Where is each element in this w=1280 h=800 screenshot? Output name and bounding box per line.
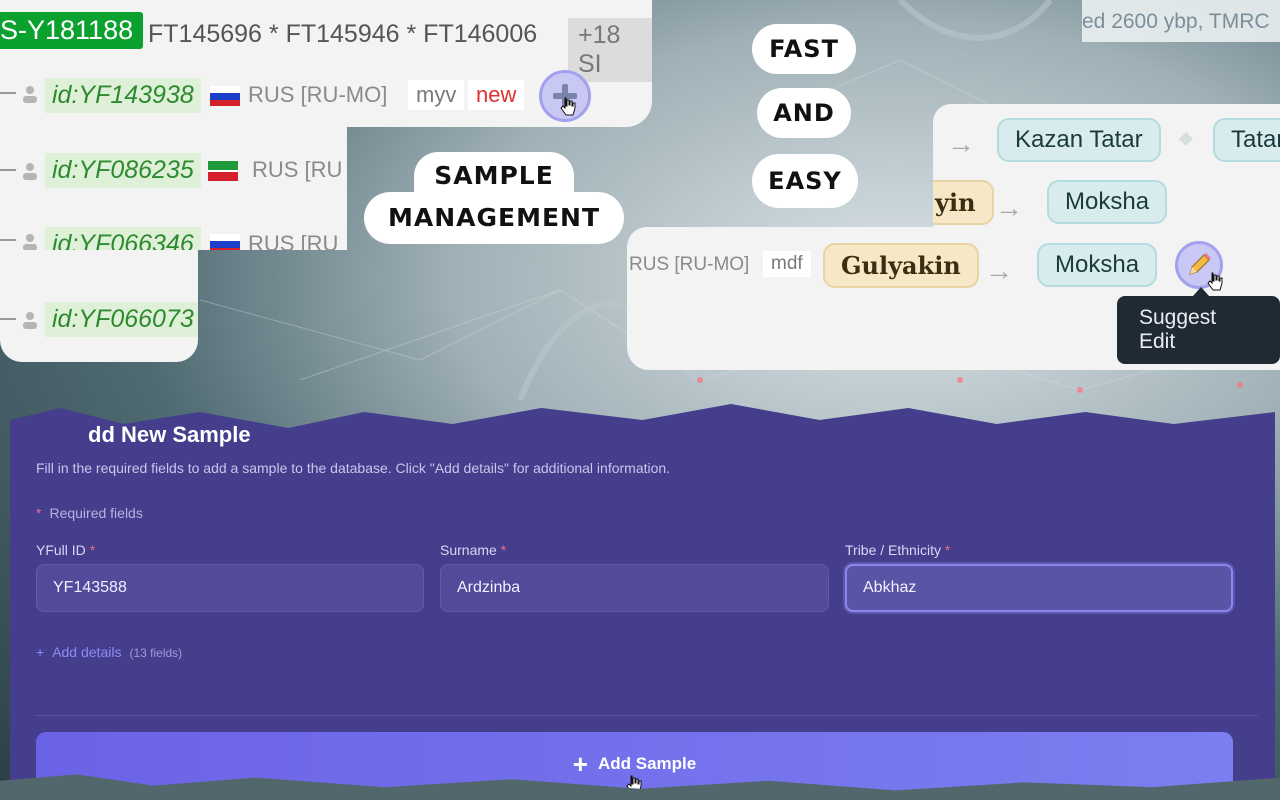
required-mark: * [36,505,42,521]
yfull-id-label: YFull ID * [36,542,95,558]
sample-id-badge[interactable]: id:YF143938 [45,78,201,113]
required-mark: * [89,542,96,558]
arrow-icon: → [995,192,1023,223]
hand-cursor-icon [1207,272,1223,291]
add-sample-label: Add Sample [597,754,697,773]
arrow-icon: → [985,255,1013,286]
surname-pill[interactable]: Gulyakin [823,243,979,288]
separator-diamond-icon [1178,131,1194,147]
sample-id-badge[interactable]: id:YF066346 [45,227,201,250]
snp-list: FT145696 * FT145946 * FT146006 [148,20,538,48]
add-details-text: Add details [52,644,122,660]
tree-branch-line [0,92,16,94]
ethnicity-pill[interactable]: Moksha [1047,180,1168,224]
person-icon [23,234,37,250]
haplogroup-badge[interactable]: S-Y181188 [0,12,144,49]
tmrca-strip: ed 2600 ybp, TMRC [1082,0,1280,42]
arrow-icon: → [947,128,975,159]
language-tag: myv [408,80,465,110]
add-details-count: (13 fields) [129,646,183,660]
surname-label: Surname * [440,542,506,558]
yfull-id-input[interactable] [36,564,424,612]
sample-id-badge[interactable]: id:YF066073 [45,302,198,337]
form-description: Fill in the required fields to add a sam… [36,460,671,476]
yfull-id-label-text: YFull ID [36,542,86,558]
required-mark: * [500,542,507,558]
ethnicity-card-top: → Kazan Tatar Tatar yin → Moksha [933,104,1280,227]
plus-icon: + [36,644,45,660]
language-tag: mdf [763,251,811,277]
sample-country: RUS [RU-MO] [248,82,388,107]
tree-branch-line [0,239,16,241]
suggest-edit-tooltip: Suggest Edit [1117,296,1280,364]
ethnicity-input[interactable] [845,564,1233,612]
required-note-text: Required fields [49,505,143,521]
required-mark: * [944,542,951,558]
hand-cursor-icon [560,97,576,116]
sample-country: RUS [RU [252,157,343,182]
headline-and: AND [757,88,851,138]
add-details-link[interactable]: + Add details (13 fields) [36,644,182,660]
required-note: * Required fields [36,505,143,521]
russia-flag-icon [210,86,240,106]
tree-card-row2: id:YF086235 RUS [RU id:YF066346 RUS [RU [0,127,347,250]
surname-label-text: Surname [440,542,497,558]
ethnicity-label-text: Tribe / Ethnicity [845,542,941,558]
ethnicity-pill[interactable]: Kazan Tatar [997,118,1161,162]
sample-country: RUS [RU-MO] [629,254,750,275]
form-title: dd New Sample [88,422,251,447]
ethnicity-label: Tribe / Ethnicity * [845,542,950,558]
tmrca-text: ed 2600 ybp, TMRC [1082,10,1270,33]
russia-flag-icon [210,234,240,250]
ethnicity-card: RUS [RU-MO] mdf Gulyakin → Moksha Sugges… [627,227,1280,370]
sample-id-badge[interactable]: id:YF086235 [45,153,201,188]
ethnicity-pill[interactable]: Tatar [1213,118,1280,162]
sample-country: RUS [RU [248,231,339,250]
surname-pill[interactable]: yin [933,180,994,225]
more-snps-badge[interactable]: +18 SI [568,18,652,82]
ethnicity-pill[interactable]: Moksha [1037,243,1158,287]
person-icon [23,163,37,180]
tree-card-row4: id:YF066073 [0,250,198,362]
surname-input[interactable] [440,564,829,612]
tatarstan-flag-icon [208,161,238,181]
tree-card: S-Y181188 FT145696 * FT145946 * FT146006… [0,0,652,127]
tree-branch-line [0,169,16,171]
person-icon [23,312,37,329]
plus-icon: + [572,748,588,779]
headline-management: MANAGEMENT [364,192,624,244]
headline-fast: FAST [752,24,856,74]
tree-branch-line [0,318,16,320]
person-icon [23,86,37,103]
new-tag: new [468,80,525,110]
tooltip-arrow [1193,287,1209,296]
headline-easy: EASY [752,154,858,208]
form-divider [36,715,1258,716]
